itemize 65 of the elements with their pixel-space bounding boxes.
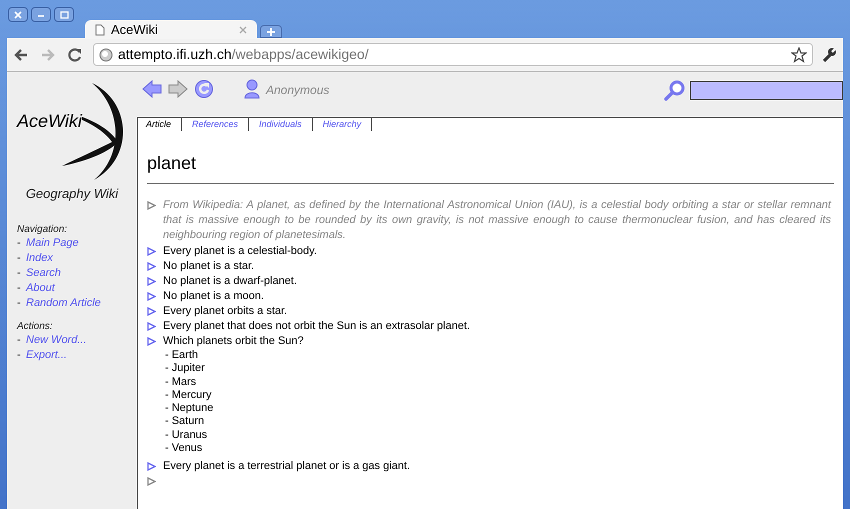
sentence-text: Every planet is a terrestrial planet or is a gas giant. [163, 459, 410, 474]
page-tab[interactable]: Individuals [249, 118, 313, 131]
answer-text: - Mercury [164, 388, 212, 402]
bullet-dash: - [17, 296, 22, 310]
bullet-dash: - [17, 266, 22, 280]
back-arrow-icon[interactable] [142, 79, 162, 99]
sentence-text: No planet is a moon. [163, 289, 264, 304]
page-title: planet [147, 151, 834, 184]
bullet-dash: - [17, 332, 22, 348]
question-text: Which planets orbit the Sun? [163, 334, 304, 349]
user-icon[interactable] [244, 79, 260, 99]
page-tab[interactable]: Article [146, 118, 182, 131]
star-icon[interactable] [791, 46, 807, 62]
nav-link[interactable]: Main Page [26, 236, 79, 250]
nav-link[interactable]: Search [26, 266, 61, 280]
plus-icon [267, 28, 275, 36]
url-path: /webapps/acewikigeo/ [232, 46, 369, 62]
comment-text: From Wikipedia: A planet, as defined by the International Astronomical Union (IAU), is a celestial body orbiting a star or stellar remnant that is massive enough to be rounded by its own gravity, is not massive enough to cause thermonuclear fusion, and has cleared its neighbouring region of planetesimals. [163, 198, 831, 243]
answer-text: - Neptune [164, 402, 214, 416]
section-heading: Navigation: [17, 224, 68, 236]
search-icon[interactable] [664, 79, 686, 101]
nav-link[interactable]: About [26, 280, 55, 296]
maximize-icon [60, 10, 68, 18]
sentence-text: Every planet that does not orbit the Sun is an extrasolar planet. [163, 319, 470, 334]
tab-title: AceWiki [111, 20, 159, 39]
back-arrow-icon[interactable] [13, 48, 29, 62]
close-icon [14, 10, 22, 18]
new-tab-button[interactable] [260, 25, 282, 38]
page-tab[interactable]: Hierarchy [312, 118, 372, 131]
user-name[interactable]: Anonymous [266, 81, 330, 99]
answer-text: - Jupiter [164, 362, 206, 376]
answer-text: - Earth [164, 349, 200, 362]
wiki-subtitle: Geography Wiki [24, 185, 120, 203]
page-tab[interactable]: References [182, 118, 250, 131]
nav-link[interactable]: New Word... [26, 332, 87, 348]
bullet-dash: - [17, 236, 22, 250]
nav-link[interactable]: Export... [26, 348, 67, 362]
url-host: attempto.ifi.uzh.ch [118, 46, 232, 62]
answer-text: - Saturn [164, 415, 206, 429]
close-button[interactable] [8, 7, 28, 22]
answer-text: - Venus [164, 442, 204, 456]
section-heading: Actions: [17, 320, 54, 332]
triangle-icon[interactable] [147, 201, 156, 210]
minimize-button[interactable] [31, 7, 51, 22]
sentence-text: No planet is a star. [163, 259, 254, 274]
reload-icon[interactable] [67, 46, 83, 62]
search-field[interactable] [690, 81, 843, 100]
bullet-dash: - [17, 250, 22, 266]
nav-link[interactable]: Random Article [26, 296, 101, 310]
forward-arrow-icon[interactable] [168, 79, 188, 99]
sentence-text: No planet is a dwarf-planet. [163, 274, 297, 289]
maximize-button[interactable] [54, 7, 74, 22]
answer-text: - Uranus [164, 428, 208, 442]
wrench-icon[interactable] [821, 46, 837, 62]
address-field[interactable]: attempto.ifi.uzh.ch/webapps/acewikigeo/ [93, 43, 813, 66]
bullet-dash: - [17, 280, 22, 296]
globe-icon [99, 48, 113, 62]
answer-text: - Mars [164, 376, 198, 389]
sentence-text: Every planet orbits a star. [163, 304, 288, 319]
refresh-icon[interactable] [194, 79, 214, 99]
nav-link[interactable]: Index [26, 250, 53, 266]
bullet-dash: - [17, 348, 22, 362]
sentence-text: Every planet is a celestial-body. [163, 244, 317, 259]
page-icon [95, 24, 105, 36]
browser-tab[interactable]: AceWiki [85, 20, 257, 39]
